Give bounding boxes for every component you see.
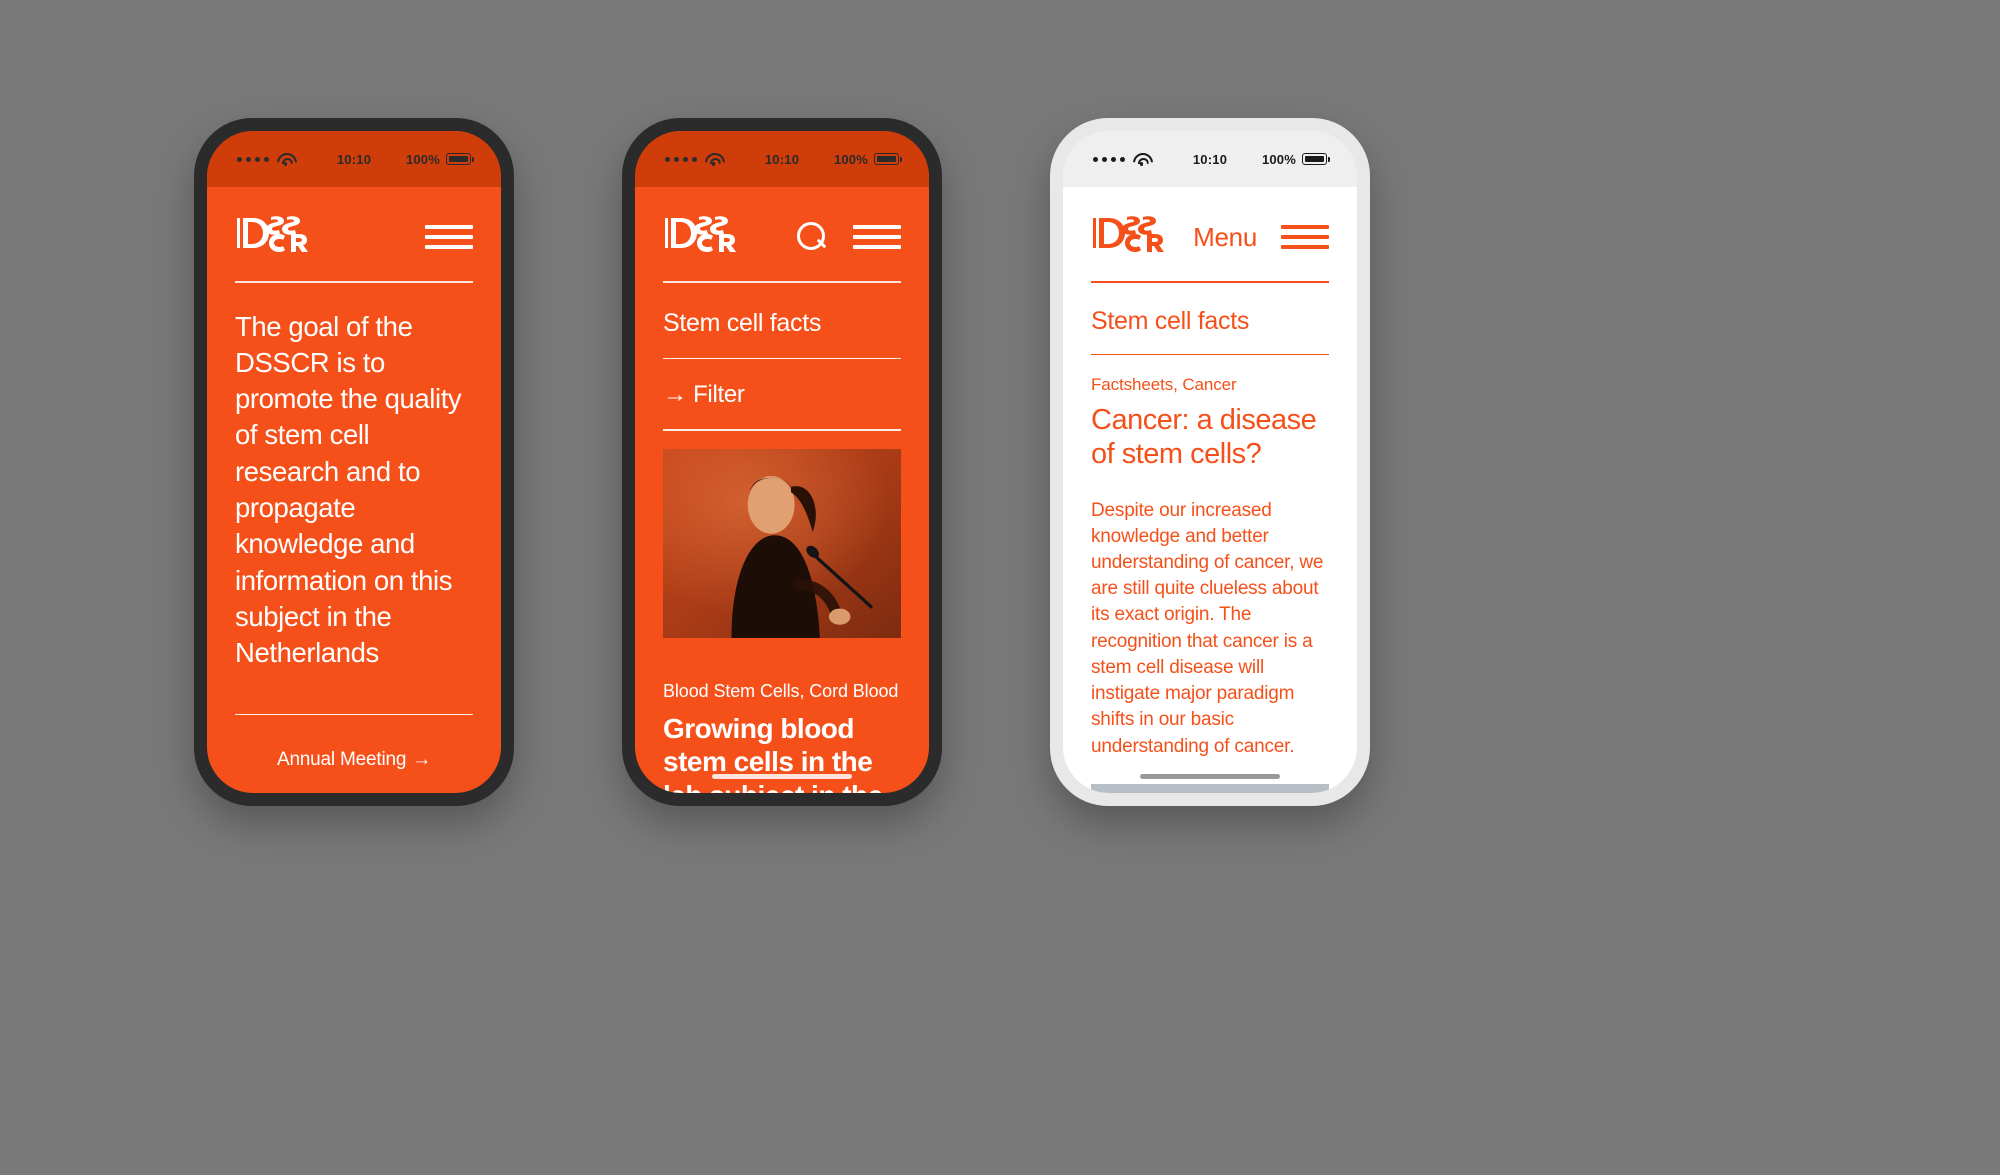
annual-meeting-link[interactable]: Annual Meeting →	[235, 715, 473, 793]
screenshot-stage: 10:10 100% The goal of the DSSCR is to p…	[0, 0, 2000, 1175]
page-title: Stem cell facts	[663, 308, 822, 337]
phone-home: 10:10 100% The goal of the DSSCR is to p…	[194, 118, 514, 806]
filter-divider	[663, 429, 901, 431]
battery-percent: 100%	[833, 151, 868, 167]
wifi-icon	[277, 153, 293, 166]
home-indicator	[712, 774, 852, 779]
arrow-right-icon: →	[412, 749, 432, 771]
app-header	[207, 187, 501, 265]
phone-list-screen: 10:10 100% Stem cell facts → Filter Bloo…	[635, 131, 929, 793]
app-header	[635, 187, 929, 265]
phone-list: 10:10 100% Stem cell facts → Filter Bloo…	[622, 118, 942, 806]
page-title: Stem cell facts	[1091, 306, 1250, 335]
signal-dots-icon	[237, 156, 269, 162]
article-kicker: Blood Stem Cells, Cord Blood	[663, 680, 899, 701]
wifi-icon	[705, 153, 721, 166]
home-indicator	[1140, 774, 1280, 779]
mission-statement: The goal of the DSSCR is to promote the …	[235, 310, 462, 669]
phone-article: 10:10 100% Menu Stem cell facts Factshee…	[1050, 118, 1370, 806]
list-content: Stem cell facts → Filter Blood Stem Cell…	[635, 283, 929, 793]
menu-button[interactable]	[425, 222, 473, 252]
article-image[interactable]	[663, 448, 901, 659]
app-header: Menu	[1063, 187, 1357, 265]
article-kicker[interactable]: Factsheets, Cancer	[1091, 355, 1329, 403]
dsscr-logo[interactable]	[663, 213, 737, 261]
article-headline[interactable]: Growing blood stem cells in the lab subj…	[663, 712, 901, 793]
menu-label[interactable]: Menu	[1193, 222, 1257, 253]
battery-percent: 100%	[1261, 151, 1296, 167]
wifi-icon	[1133, 153, 1149, 166]
article-content: Stem cell facts Factsheets, Cancer Cance…	[1063, 283, 1357, 793]
status-bar: 10:10 100%	[207, 131, 501, 187]
battery-icon	[446, 153, 474, 165]
article-headline: Cancer: a disease of stem cells?	[1091, 404, 1317, 471]
phone-article-screen: 10:10 100% Menu Stem cell facts Factshee…	[1063, 131, 1357, 793]
dsscr-logo[interactable]	[1091, 213, 1165, 261]
search-icon[interactable]	[795, 220, 829, 254]
phone-home-screen: 10:10 100% The goal of the DSSCR is to p…	[207, 131, 501, 793]
article-image[interactable]	[1091, 783, 1329, 793]
status-bar: 10:10 100%	[1063, 131, 1357, 187]
menu-button[interactable]	[1281, 222, 1329, 252]
battery-icon	[874, 153, 902, 165]
signal-dots-icon	[665, 156, 697, 162]
article-body: Despite our increased knowledge and bett…	[1091, 499, 1324, 757]
status-bar: 10:10 100%	[635, 131, 929, 187]
battery-icon	[1302, 153, 1330, 165]
battery-percent: 100%	[405, 151, 440, 167]
signal-dots-icon	[1093, 156, 1125, 162]
menu-button[interactable]	[853, 222, 901, 252]
home-content: The goal of the DSSCR is to promote the …	[207, 283, 501, 793]
annual-meeting-label: Annual Meeting	[276, 749, 407, 771]
dsscr-logo[interactable]	[235, 213, 309, 261]
filter-button[interactable]: → Filter	[663, 359, 901, 429]
